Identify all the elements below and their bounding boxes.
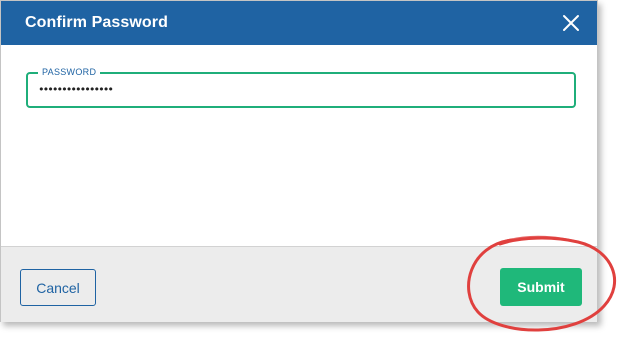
close-button[interactable] <box>559 11 583 35</box>
password-input[interactable] <box>38 74 558 106</box>
cancel-button[interactable]: Cancel <box>20 269 96 306</box>
confirm-password-dialog: Confirm Password PASSWORD Cancel Submit <box>0 0 598 322</box>
dialog-title: Confirm Password <box>25 14 168 31</box>
password-field: PASSWORD <box>26 66 576 108</box>
close-icon <box>563 15 579 31</box>
stage: Confirm Password PASSWORD Cancel Submit <box>0 0 623 350</box>
submit-button[interactable]: Submit <box>500 268 582 306</box>
dialog-footer: Cancel Submit <box>1 246 597 322</box>
dialog-header: Confirm Password <box>1 1 597 45</box>
